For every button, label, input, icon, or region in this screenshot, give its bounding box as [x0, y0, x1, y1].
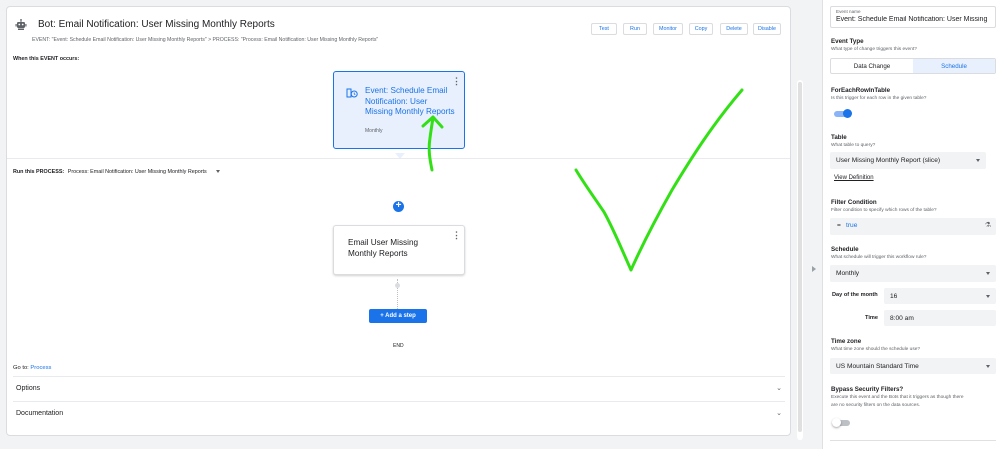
foreach-desc: Is this trigger for each row in the give…: [831, 96, 927, 101]
data-change-option[interactable]: Data Change: [831, 59, 913, 73]
chevron-down-icon: [216, 170, 221, 174]
step-card-title: Email User Missing Monthly Reports: [348, 238, 419, 258]
table-select-value: User Missing Monthly Report (slice): [836, 157, 941, 164]
time-zone-desc: What time zone should the schedule use?: [831, 347, 921, 352]
add-step-button[interactable]: + Add a step: [369, 309, 427, 323]
time-zone-value: US Mountain Standard Time: [836, 362, 919, 370]
bypass-security-desc-2: are no security filters on the data sour…: [831, 403, 921, 408]
section-divider: [7, 158, 790, 159]
table-label: Table: [831, 134, 847, 141]
goto-label: Go to:: [13, 365, 29, 371]
chevron-down-icon: [986, 272, 990, 275]
time-input[interactable]: 8:00 am: [884, 310, 996, 326]
filter-condition-desc: Filter condition to specify which rows o…: [831, 208, 937, 213]
bot-breadcrumb: EVENT: "Event: Schedule Email Notificati…: [32, 37, 379, 43]
filter-condition-value: true: [846, 222, 858, 229]
bypass-security-label: Bypass Security Filters?: [831, 386, 904, 393]
foreach-toggle[interactable]: [834, 109, 852, 118]
event-name-field[interactable]: Event name Event: Schedule Email Notific…: [830, 6, 996, 28]
table-select[interactable]: User Missing Monthly Report (slice): [830, 152, 986, 169]
copy-button[interactable]: Copy: [689, 23, 713, 35]
time-zone-select[interactable]: US Mountain Standard Time: [830, 358, 996, 374]
process-section-label: Run this PROCESS:: [13, 169, 65, 175]
table-desc: What table to query?: [831, 143, 876, 148]
event-section-label: When this EVENT occurs:: [13, 56, 80, 62]
expand-more-icon: ⌄: [776, 410, 782, 417]
chevron-right-icon[interactable]: [812, 266, 816, 272]
process-dropdown-value[interactable]: Process: Email Notification: User Missin…: [68, 169, 207, 175]
schedule-desc: What schedule will trigger this workflow…: [831, 255, 927, 260]
panel-bottom-divider: [830, 440, 996, 441]
event-type-toggle[interactable]: Data Change Schedule: [830, 58, 996, 74]
day-of-month-select[interactable]: 16: [884, 288, 996, 304]
time-zone-label: Time zone: [831, 338, 862, 345]
view-definition-link[interactable]: View Definition: [834, 175, 874, 181]
process-selector[interactable]: Run this PROCESS: Process: Email Notific…: [13, 169, 221, 175]
monitor-button[interactable]: Monitor: [653, 23, 683, 35]
goto-process-link[interactable]: Process: [30, 365, 51, 371]
day-of-month-value: 16: [890, 292, 898, 300]
bot-header: Bot: Email Notification: User Missing Mo…: [7, 7, 790, 47]
event-name-label: Event name: [836, 9, 861, 14]
event-name-value[interactable]: Event: Schedule Email Notification: User…: [836, 16, 994, 23]
documentation-accordion-label: Documentation: [16, 410, 64, 417]
schedule-label: Schedule: [831, 246, 859, 253]
flask-icon[interactable]: ⚗: [985, 221, 991, 229]
bypass-security-toggle[interactable]: [832, 418, 850, 427]
bypass-security-desc-1: Execute this event and the Bots that it …: [831, 395, 964, 400]
event-type-desc: What type of change triggers this event?: [831, 47, 917, 52]
event-type-label: Event Type: [831, 38, 864, 45]
bot-title: Bot: Email Notification: User Missing Mo…: [38, 19, 275, 30]
connector-dot: [395, 283, 400, 288]
schedule-select[interactable]: Monthly: [830, 265, 996, 282]
filter-condition-label: Filter Condition: [831, 199, 877, 206]
time-label: Time: [865, 315, 878, 321]
step-card[interactable]: Email User Missing Monthly Reports ⋮: [333, 225, 465, 275]
options-accordion[interactable]: Options ⌄: [13, 376, 785, 400]
schedule-option[interactable]: Schedule: [913, 59, 995, 73]
event-card-schedule: Monthly: [365, 128, 383, 134]
schedule-event-icon: [346, 88, 358, 98]
filter-condition-input[interactable]: = true ⚗: [830, 218, 996, 235]
more-vert-icon[interactable]: ⋮: [452, 77, 461, 86]
disable-button[interactable]: Disable: [753, 23, 781, 35]
day-of-month-label: Day of the month: [832, 292, 878, 298]
expand-more-icon: ⌄: [776, 385, 782, 392]
more-vert-icon[interactable]: ⋮: [452, 231, 461, 240]
add-circle-icon[interactable]: +: [393, 201, 404, 212]
equals-sign: =: [837, 222, 841, 229]
event-card[interactable]: Event: Schedule Email Notification: User…: [333, 71, 465, 149]
run-button[interactable]: Run: [623, 23, 647, 35]
chevron-down-icon: [976, 159, 980, 162]
goto-row: Go to: Process: [13, 365, 51, 371]
time-value: 8:00 am: [890, 314, 914, 322]
event-settings-panel: Event name Event: Schedule Email Notific…: [822, 0, 999, 449]
chevron-down-icon: [986, 364, 990, 368]
end-label: END: [393, 343, 404, 349]
foreach-label: ForEachRowInTable: [831, 87, 891, 94]
documentation-accordion[interactable]: Documentation ⌄: [13, 401, 785, 425]
delete-button[interactable]: Delete: [720, 23, 748, 35]
schedule-select-value: Monthly: [836, 270, 860, 277]
robot-icon: [15, 19, 27, 30]
scrollbar-thumb[interactable]: [798, 82, 802, 432]
options-accordion-label: Options: [16, 385, 41, 392]
event-card-title: Event: Schedule Email Notification: User…: [365, 86, 455, 116]
bot-editor-card: Bot: Email Notification: User Missing Mo…: [6, 6, 791, 436]
chevron-down-icon: [986, 294, 990, 298]
test-button[interactable]: Test: [591, 23, 617, 35]
